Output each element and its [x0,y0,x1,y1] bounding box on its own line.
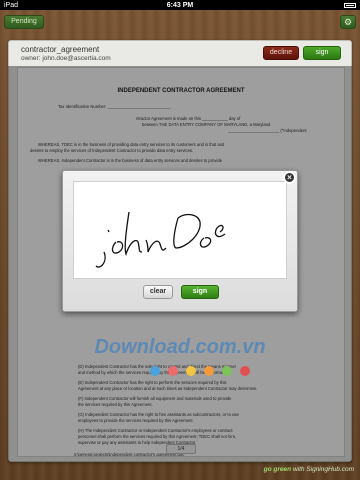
battery-icon [344,2,356,8]
watermark-dots [150,366,250,376]
sign-button[interactable]: sign [181,285,219,299]
dot-icon [222,366,232,376]
pending-button[interactable]: Pending [4,15,44,29]
clear-button[interactable]: clear [143,285,173,299]
clock: 6:43 PM [166,1,194,9]
signature-drawing [95,211,226,268]
gear-icon[interactable]: ⚙ [340,15,356,29]
document-name: contractor_agreement [21,45,100,54]
toolbar: Pending ⚙ [0,10,360,32]
decline-button[interactable]: decline [263,46,299,60]
signature-pad[interactable] [73,181,287,279]
sign-document-button[interactable]: sign [303,46,341,60]
dot-icon [204,366,214,376]
footer-suffix: with SigningHub.com [292,466,354,473]
dot-icon [186,366,196,376]
document-owner: owner: john.doe@ascertia.com [21,55,111,62]
status-bar: iPad 6:43 PM [0,0,360,10]
close-icon[interactable]: × [283,171,296,184]
dot-icon [168,366,178,376]
signature-dialog: clear sign [62,170,298,312]
footer-branding: go green with SigningHub.com [264,466,354,473]
dot-icon [150,366,160,376]
watermark: Download.com.vn [94,336,266,358]
footer-prefix: go green [263,466,292,473]
dot-icon [240,366,250,376]
